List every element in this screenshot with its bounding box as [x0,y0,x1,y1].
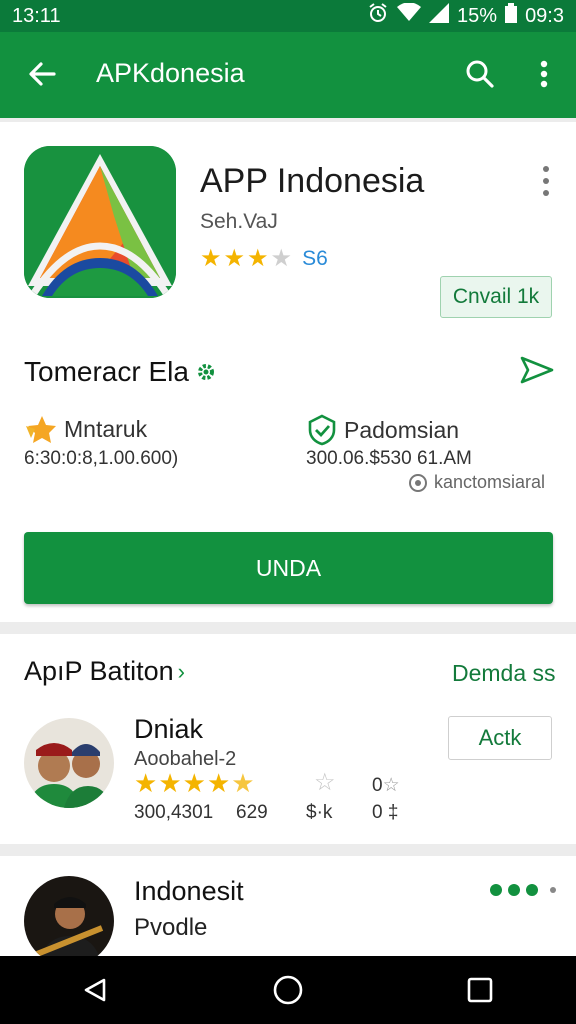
related-item-title[interactable]: Dniak [134,714,203,745]
info-right-label-text: Padomsian [344,416,460,443]
triangle-back-icon [84,978,106,1002]
developer-name[interactable]: Seh.VaJ [200,210,278,234]
square-recents-icon [467,977,493,1003]
verified-text: kanctomsiaral [434,472,546,492]
info-section-title-text: Tomeracr Ela [24,356,189,387]
star-filled-icon: ★ [223,245,246,272]
info-section-title: Tomeracr Ela [24,356,217,388]
related-meta-1: 300,4301 [134,802,214,823]
related-item-2-title[interactable]: Indonesit [134,876,244,907]
related-meta-3: $·k [306,802,333,823]
info-right-label: Padomsian [306,414,459,446]
app-bar: APKdonesia [0,32,576,118]
status-icons: 15% 09:3 [367,2,564,30]
more-options-button[interactable] [528,54,560,94]
related-meta-2: 629 [236,802,268,823]
see-more-link[interactable]: Demda ss [452,660,556,687]
search-button[interactable] [460,54,500,94]
related-side-value-text: 0 [372,775,383,796]
rating-count: S6 [302,246,328,270]
battery-percent: 15% [457,4,498,27]
status-time: 13:11 [12,4,61,27]
star-filled-icon: ★ [247,245,269,272]
check-shield-icon [308,414,336,446]
share-button[interactable] [516,350,556,390]
related-app-avatar[interactable] [24,718,114,808]
app-icon[interactable] [24,146,176,298]
star-filled-icon: ★ [200,245,222,272]
info-left-label-text: Mntaruk [64,415,148,442]
nav-recents-button[interactable] [456,966,504,1014]
related-item-2-subtitle: Pvodle [134,914,208,941]
status-clock: 09:3 [525,4,564,27]
info-left-label: Mntaruk [24,414,147,444]
more-vertical-icon [540,60,548,88]
star-filled-icon: ★ [182,768,206,798]
status-bar: 13:11 15% 09:3 [0,0,576,32]
related-side-value: 0☆ [372,774,400,797]
send-icon [520,356,554,384]
back-button[interactable] [22,54,62,94]
rating: ★ ★ ★ ★ S6 [200,244,328,273]
star-empty-icon: ☆ [314,769,336,796]
verified-row: kanctomsiaral [408,472,545,493]
people-photo-icon [24,718,114,808]
musician-photo-icon [24,876,114,966]
primary-action-button[interactable]: UNDA [24,532,553,604]
search-icon [466,60,494,88]
related-item-card-2: Indonesit Pvodle [0,856,576,966]
circle-home-icon [273,975,303,1005]
info-right-value: 300.06.$530 61.AM [306,448,472,469]
app-bar-title: APKdonesia [96,58,245,88]
star-filled-icon: ★ [134,768,158,798]
nav-home-button[interactable] [264,966,312,1014]
related-title-text: ApıP Batiton [24,656,174,686]
star-empty-icon: ★ [270,245,293,272]
app-name: APP Indonesia [200,162,425,200]
star-filled-icon: ★ [206,768,231,798]
star-half-icon: ★ [231,768,255,798]
nav-back-button[interactable] [72,966,120,1014]
related-install-button[interactable]: Actk [448,716,552,760]
related-meta-4: 0 ‡ [372,802,399,823]
arrow-left-icon [29,62,56,86]
app-options-button[interactable] [538,166,554,196]
app-detail-card: APP Indonesia Seh.VaJ ★ ★ ★ ★ S6 Cnvail … [0,122,576,622]
arrow-right-icon: › [177,658,185,684]
system-nav-bar [0,956,576,1024]
gear-icon [197,364,214,380]
signal-icon [429,3,450,29]
related-app-avatar-2[interactable] [24,876,114,966]
star-filled-icon: ★ [158,768,182,798]
alarm-icon [367,2,389,30]
related-apps-card: ApıP Batiton › Demda ss Dniak Aoobahel-2… [0,634,576,844]
related-item-rating: ★ ★ ★ ★ ★ [134,768,255,799]
star-badge-icon [26,416,56,443]
related-section-title: ApıP Batiton › [24,656,185,687]
star-outline-icon: ☆ [382,775,400,796]
info-left-value: 6:30:0:8,1.00.600) [24,448,179,469]
app-logo-icon [24,146,176,298]
battery-icon [505,3,518,29]
info-circle-icon [409,473,427,492]
install-small-button[interactable]: Cnvail 1k [440,276,552,318]
wifi-icon [397,2,422,29]
related-item-2-options[interactable] [490,884,556,896]
